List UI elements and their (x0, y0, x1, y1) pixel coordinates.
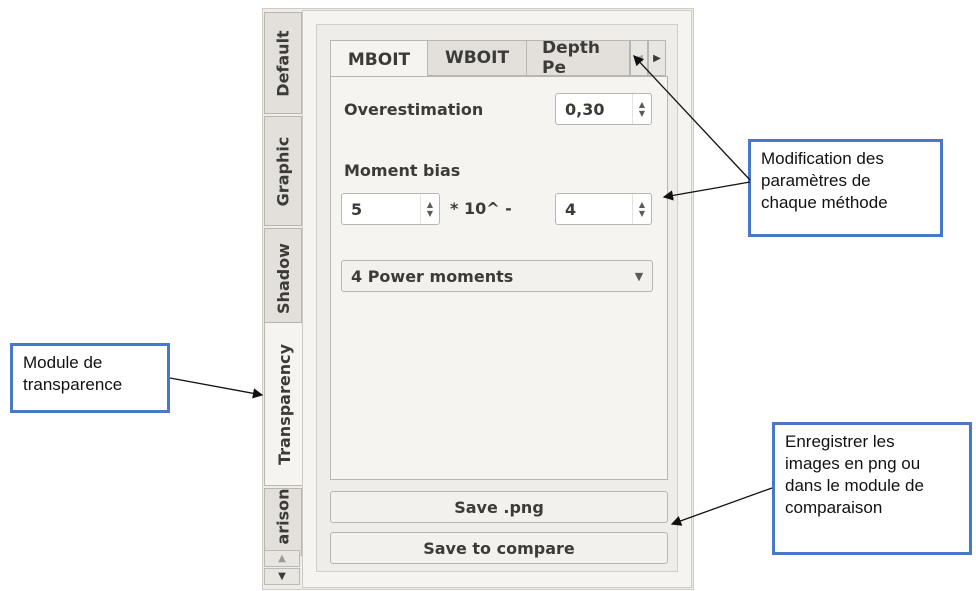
arrow-to-transparency-tab (169, 377, 264, 399)
arrow-to-exponent-spinbox (662, 181, 751, 201)
arrow-to-save-buttons (670, 487, 773, 526)
annotation-arrows (169, 55, 773, 526)
arrow-to-method-tabs (633, 55, 751, 181)
